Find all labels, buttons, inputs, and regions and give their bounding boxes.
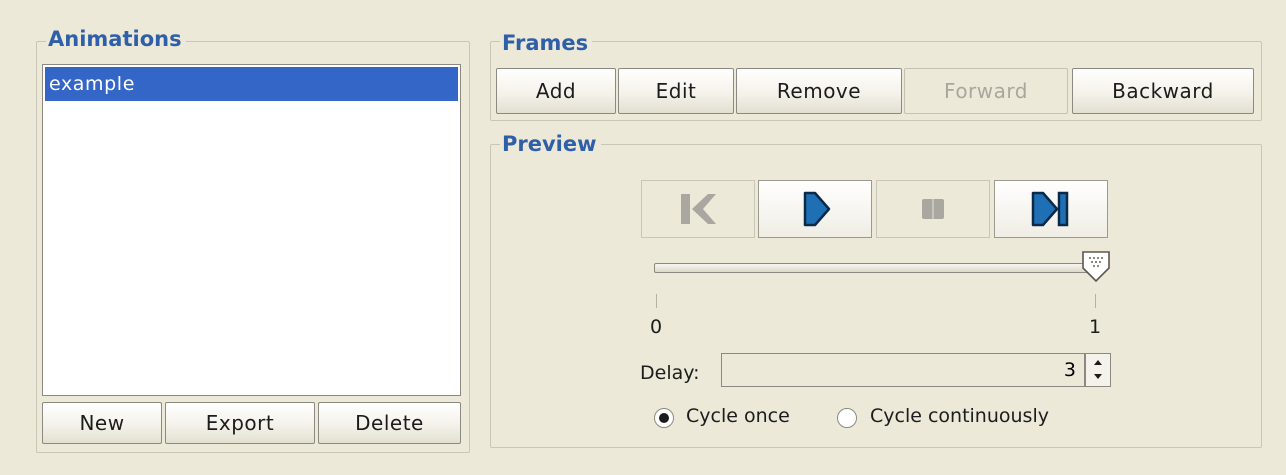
delay-input[interactable]: 3 xyxy=(721,353,1085,387)
stop-icon xyxy=(922,199,944,219)
spin-down-icon[interactable] xyxy=(1093,373,1103,381)
frames-title: Frames xyxy=(500,31,593,55)
play-icon xyxy=(803,191,831,227)
frame-slider[interactable] xyxy=(654,263,1094,273)
animations-list[interactable]: example xyxy=(42,64,461,396)
new-button[interactable]: New xyxy=(42,402,162,444)
cycle-continuously-label[interactable]: Cycle continuously xyxy=(870,405,1049,427)
rewind-button[interactable] xyxy=(641,180,755,238)
list-item[interactable]: example xyxy=(45,67,458,101)
cycle-once-radio[interactable] xyxy=(654,408,674,428)
forward-frame-button[interactable]: Forward xyxy=(904,68,1068,114)
play-button[interactable] xyxy=(758,180,872,238)
delay-label: Delay: xyxy=(640,362,700,384)
slider-min-label: 0 xyxy=(650,316,663,338)
radio-dot xyxy=(659,413,669,423)
export-button[interactable]: Export xyxy=(165,402,315,444)
skip-to-end-icon xyxy=(1031,191,1069,227)
stop-button[interactable] xyxy=(876,180,990,238)
cycle-continuously-radio[interactable] xyxy=(837,408,857,428)
slider-max-label: 1 xyxy=(1089,316,1102,338)
delay-spinner[interactable] xyxy=(1085,353,1111,387)
cycle-once-label[interactable]: Cycle once xyxy=(686,405,790,427)
skip-to-end-button[interactable] xyxy=(994,180,1108,238)
animations-title: Animations xyxy=(46,27,186,51)
slider-thumb[interactable] xyxy=(1080,250,1112,284)
edit-frame-button[interactable]: Edit xyxy=(618,68,734,114)
slider-tick-min xyxy=(656,294,657,308)
add-frame-button[interactable]: Add xyxy=(496,68,616,114)
delete-button[interactable]: Delete xyxy=(318,402,461,444)
spin-up-icon[interactable] xyxy=(1093,358,1103,366)
preview-title: Preview xyxy=(500,132,601,156)
backward-frame-button[interactable]: Backward xyxy=(1072,68,1254,114)
rewind-icon xyxy=(681,194,716,224)
slider-tick-max xyxy=(1095,294,1096,308)
remove-frame-button[interactable]: Remove xyxy=(736,68,902,114)
